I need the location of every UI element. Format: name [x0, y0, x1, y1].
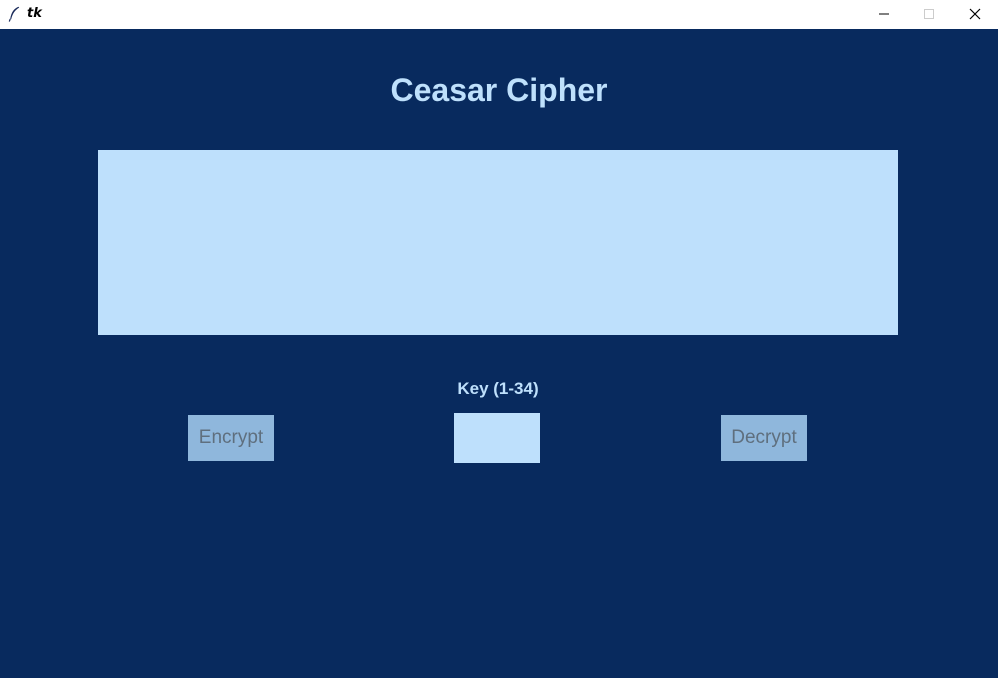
decrypt-button[interactable]: Decrypt — [721, 415, 807, 461]
close-button[interactable] — [952, 0, 998, 29]
minimize-button[interactable] — [861, 0, 907, 29]
maximize-button[interactable] — [906, 0, 952, 29]
window-border-right — [998, 29, 1002, 680]
window-title: tk — [27, 6, 42, 21]
title-bar[interactable]: tk — [0, 0, 1002, 29]
message-text-area[interactable] — [98, 150, 898, 335]
close-icon — [969, 8, 981, 20]
key-input[interactable] — [454, 413, 540, 463]
page-title: Ceasar Cipher — [390, 72, 608, 108]
minimize-icon — [879, 13, 889, 15]
maximize-icon — [924, 9, 934, 19]
app-window: tk Ceasar Cipher Key (1-34) Encrypt Decr… — [0, 0, 1002, 680]
feather-icon — [8, 6, 20, 22]
encrypt-button[interactable]: Encrypt — [188, 415, 274, 461]
main-panel: Ceasar Cipher Key (1-34) Encrypt Decrypt — [0, 29, 998, 678]
key-label: Key (1-34) — [457, 379, 539, 398]
